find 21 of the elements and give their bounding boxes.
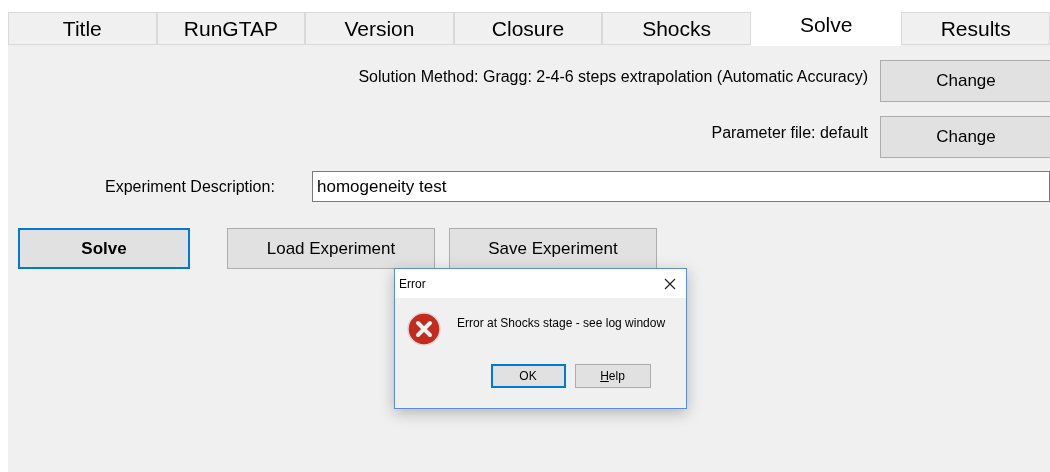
- tab[interactable]: Title: [8, 12, 157, 45]
- tab[interactable]: Shocks: [602, 12, 751, 45]
- tab[interactable]: Results: [901, 12, 1050, 45]
- setting-label: Parameter file: default: [711, 123, 868, 143]
- tab[interactable]: Version: [305, 12, 454, 45]
- action-button[interactable]: Load Experiment: [227, 228, 435, 269]
- dialog-title: Error: [399, 275, 426, 293]
- tab[interactable]: RunGTAP: [156, 12, 306, 45]
- action-button[interactable]: Solve: [18, 228, 190, 269]
- change-button[interactable]: Change: [880, 60, 1050, 102]
- tab[interactable]: Closure: [453, 12, 603, 45]
- dialog-button[interactable]: Help: [574, 364, 651, 388]
- dialog-button[interactable]: OK: [490, 364, 566, 388]
- change-button[interactable]: Change: [880, 116, 1050, 158]
- field-label: Experiment Description:: [105, 176, 276, 197]
- setting-label: Solution Method: Gragg: 2-4-6 steps extrapolation (Automatic Accuracy): [358, 67, 868, 87]
- error-icon: [407, 312, 441, 346]
- description-field[interactable]: homogeneity test: [312, 171, 1050, 202]
- error-message: Error at Shocks stage - see log window: [457, 315, 666, 332]
- action-button[interactable]: Save Experiment: [449, 228, 657, 269]
- close-icon[interactable]: [664, 277, 676, 290]
